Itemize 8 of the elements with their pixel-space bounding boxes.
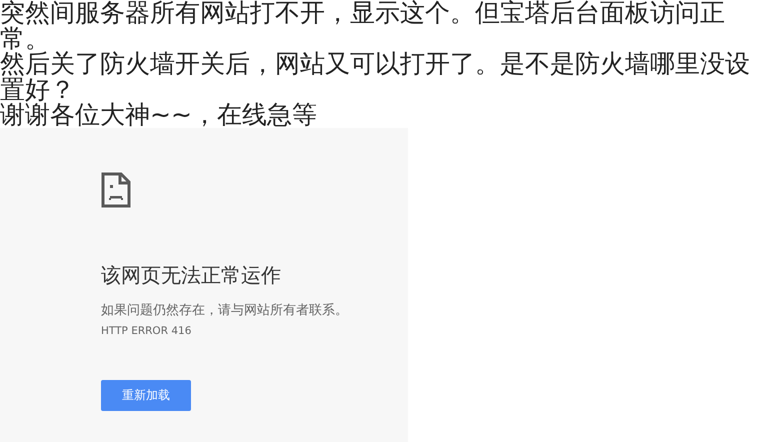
reload-button[interactable]: 重新加载 — [101, 380, 191, 411]
post-text: 突然间服务器所有网站打不开，显示这个。但宝塔后台面板访问正常。 — [0, 0, 725, 52]
post-text: 谢谢各位大神~~，在线急等 — [0, 102, 318, 128]
error-message: 如果问题仍然存在，请与网站所有者联系。 — [101, 302, 349, 320]
post-text: 然后关了防火墙开关后，网站又可以打开了。是不是防火墙哪里没设置好？ — [0, 51, 751, 102]
sad-page-icon — [101, 172, 131, 208]
error-title: 该网页无法正常运作 — [101, 262, 282, 288]
error-code: HTTP ERROR 416 — [101, 324, 192, 338]
